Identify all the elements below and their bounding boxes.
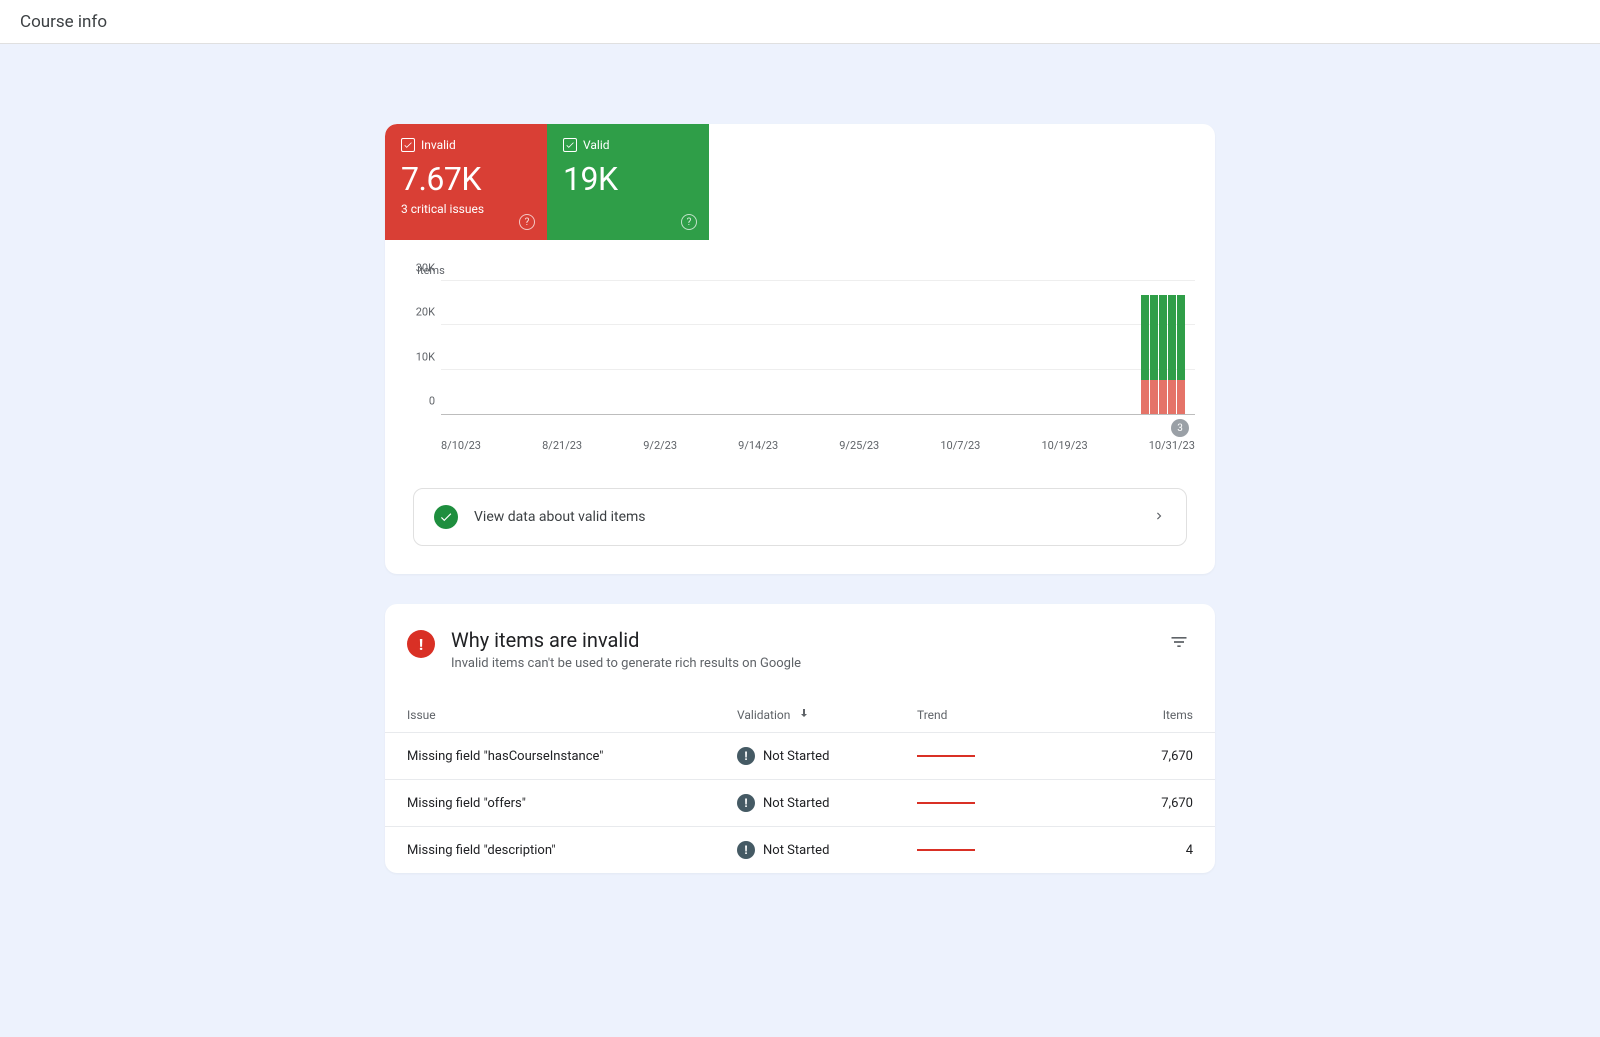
valid-count: 19K <box>563 160 693 198</box>
invalid-section-sub: Invalid items can't be used to generate … <box>451 656 801 671</box>
page-title: Course info <box>20 12 107 32</box>
xtick: 9/2/23 <box>643 439 677 452</box>
ytick: 30K <box>405 262 435 275</box>
valid-checkbox-icon[interactable] <box>563 138 577 152</box>
col-validation-header[interactable]: Validation <box>737 707 917 722</box>
xtick: 9/25/23 <box>839 439 879 452</box>
trend-sparkline <box>917 849 1077 851</box>
filter-icon[interactable] <box>1165 628 1193 660</box>
items-chart: Items 0 10K 20K 30K 3 8/10/23 8/21/23 9/… <box>385 240 1215 462</box>
items-count: 7,670 <box>1077 796 1193 811</box>
view-valid-items-label: View data about valid items <box>474 509 1136 525</box>
validation-status: ! Not Started <box>737 841 917 859</box>
trend-sparkline <box>917 802 1077 804</box>
chart-ylabel: Items <box>417 264 1195 277</box>
items-count: 4 <box>1077 843 1193 858</box>
invalid-sub: 3 critical issues <box>401 202 531 216</box>
invalid-issues-card: ! Why items are invalid Invalid items ca… <box>385 604 1215 873</box>
status-icon: ! <box>737 747 755 765</box>
chart-bar[interactable] <box>1141 295 1149 414</box>
chart-bar[interactable] <box>1168 295 1176 414</box>
ytick: 20K <box>405 306 435 319</box>
invalid-label: Invalid <box>421 138 456 152</box>
page-header: Course info <box>0 0 1600 44</box>
sort-down-icon <box>798 707 810 722</box>
table-row[interactable]: Missing field "offers" ! Not Started 7,6… <box>385 779 1215 826</box>
validation-status: ! Not Started <box>737 794 917 812</box>
help-icon[interactable]: ? <box>681 214 697 230</box>
invalid-checkbox-icon[interactable] <box>401 138 415 152</box>
status-icon: ! <box>737 794 755 812</box>
validation-status: ! Not Started <box>737 747 917 765</box>
xtick: 10/7/23 <box>940 439 980 452</box>
xtick: 10/19/23 <box>1041 439 1087 452</box>
invalid-count: 7.67K <box>401 160 531 198</box>
table-row[interactable]: Missing field "description" ! Not Starte… <box>385 826 1215 873</box>
col-trend-header[interactable]: Trend <box>917 708 1077 722</box>
issue-name: Missing field "hasCourseInstance" <box>407 749 737 764</box>
help-icon[interactable]: ? <box>519 214 535 230</box>
ytick: 0 <box>405 395 435 408</box>
chart-plot: 0 10K 20K 30K <box>441 281 1195 415</box>
valid-label: Valid <box>583 138 610 152</box>
table-row[interactable]: Missing field "hasCourseInstance" ! Not … <box>385 732 1215 779</box>
chart-bar[interactable] <box>1177 295 1185 414</box>
status-icon: ! <box>737 841 755 859</box>
xtick: 9/14/23 <box>738 439 778 452</box>
invalid-tab[interactable]: Invalid 7.67K 3 critical issues ? <box>385 124 547 240</box>
xtick: 8/10/23 <box>441 439 481 452</box>
xtick: 10/31/23 <box>1149 439 1195 452</box>
trend-sparkline <box>917 755 1077 757</box>
chart-xaxis: 3 8/10/23 8/21/23 9/2/23 9/14/23 9/25/23… <box>441 415 1195 452</box>
check-circle-icon <box>434 505 458 529</box>
main-content: Invalid 7.67K 3 critical issues ? Valid … <box>385 124 1215 913</box>
xtick: 8/21/23 <box>542 439 582 452</box>
chart-badge[interactable]: 3 <box>1171 419 1189 437</box>
chart-bar[interactable] <box>1159 295 1167 414</box>
ytick: 10K <box>405 350 435 363</box>
items-count: 7,670 <box>1077 749 1193 764</box>
chevron-right-icon <box>1152 508 1166 527</box>
issue-name: Missing field "description" <box>407 843 737 858</box>
invalid-section-title: Why items are invalid <box>451 628 801 652</box>
view-valid-items-link[interactable]: View data about valid items <box>413 488 1187 546</box>
col-issue-header[interactable]: Issue <box>407 708 737 722</box>
col-items-header[interactable]: Items <box>1077 708 1193 722</box>
chart-bar[interactable] <box>1150 295 1158 414</box>
summary-card: Invalid 7.67K 3 critical issues ? Valid … <box>385 124 1215 574</box>
error-icon: ! <box>407 630 435 658</box>
valid-tab[interactable]: Valid 19K ? <box>547 124 709 240</box>
table-header: Issue Validation Trend Items <box>385 689 1215 732</box>
issue-name: Missing field "offers" <box>407 796 737 811</box>
issues-table: Issue Validation Trend Items Missing fie… <box>385 689 1215 873</box>
summary-tabs: Invalid 7.67K 3 critical issues ? Valid … <box>385 124 1215 240</box>
